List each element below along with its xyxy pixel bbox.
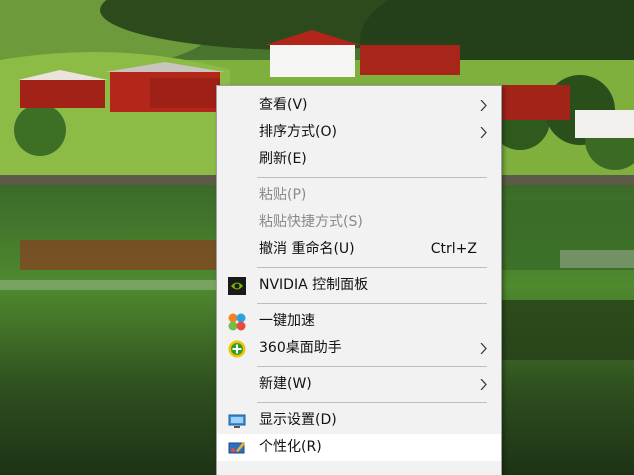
menu-item-view[interactable]: 查看(V)	[217, 92, 501, 119]
personalize-icon	[228, 442, 245, 454]
menu-item-label: 查看(V)	[259, 97, 308, 113]
menu-item-label: 粘贴(P)	[259, 187, 307, 203]
360-desktop-icon	[228, 340, 246, 358]
menu-item-label: 一键加速	[259, 313, 315, 329]
menu-item-new[interactable]: 新建(W)	[217, 371, 501, 398]
menu-item-label: 新建(W)	[259, 376, 312, 392]
menu-item-label: 360桌面助手	[259, 340, 342, 356]
menu-item-paste[interactable]: 粘贴(P)	[217, 182, 501, 209]
menu-item-refresh[interactable]: 刷新(E)	[217, 146, 501, 173]
menu-item-one-click-speedup[interactable]: 一键加速	[217, 308, 501, 335]
menu-separator	[257, 402, 487, 403]
menu-item-label: 个性化(R)	[259, 439, 322, 455]
menu-separator	[257, 177, 487, 178]
menu-item-display-settings[interactable]: 显示设置(D)	[217, 407, 501, 434]
chevron-right-icon	[480, 100, 487, 111]
menu-item-label: 显示设置(D)	[259, 412, 337, 428]
chevron-right-icon	[480, 343, 487, 354]
menu-separator	[257, 303, 487, 304]
menu-item-label: NVIDIA 控制面板	[259, 277, 369, 293]
chevron-right-icon	[480, 127, 487, 138]
menu-item-nvidia-control-panel[interactable]: NVIDIA 控制面板	[217, 272, 501, 299]
menu-item-sort-by[interactable]: 排序方式(O)	[217, 119, 501, 146]
menu-item-label: 排序方式(O)	[259, 124, 337, 140]
menu-item-personalize[interactable]: 个性化(R)	[217, 434, 501, 461]
chevron-right-icon	[480, 379, 487, 390]
menu-item-360-desktop-assistant[interactable]: 360桌面助手	[217, 335, 501, 362]
menu-item-paste-shortcut[interactable]: 粘贴快捷方式(S)	[217, 209, 501, 236]
desktop[interactable]: 查看(V) 排序方式(O) 刷新(E) 粘贴(P) 粘贴快捷方式(S) 撤消 重…	[0, 0, 634, 475]
speedup-icon	[228, 313, 246, 331]
menu-item-label: 撤消 重命名(U)	[259, 241, 355, 257]
nvidia-icon	[228, 277, 246, 295]
menu-separator	[257, 267, 487, 268]
menu-item-shortcut: Ctrl+Z	[430, 241, 477, 257]
menu-item-label: 刷新(E)	[259, 151, 307, 167]
display-icon	[228, 414, 246, 428]
desktop-context-menu: 查看(V) 排序方式(O) 刷新(E) 粘贴(P) 粘贴快捷方式(S) 撤消 重…	[216, 85, 502, 475]
menu-item-label: 粘贴快捷方式(S)	[259, 214, 363, 230]
menu-item-undo-rename[interactable]: 撤消 重命名(U) Ctrl+Z	[217, 236, 501, 263]
menu-separator	[257, 366, 487, 367]
